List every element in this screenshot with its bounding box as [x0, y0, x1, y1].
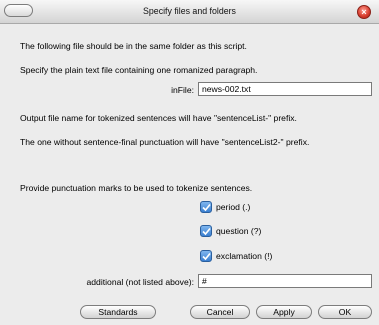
question-checkbox[interactable]: question (?): [200, 225, 261, 239]
additional-label: additional (not listed above):: [86, 277, 195, 287]
title-bar: Specify files and folders ×: [0, 0, 379, 24]
ok-button[interactable]: OK: [318, 305, 372, 319]
cancel-button[interactable]: Cancel: [190, 305, 250, 319]
infile-field[interactable]: news-002.txt: [198, 82, 372, 96]
checkbox-checked-icon: [200, 250, 212, 262]
specify-file-text: Specify the plain text file containing o…: [20, 65, 258, 75]
provide-punct-text: Provide punctuation marks to be used to …: [20, 183, 253, 193]
no-final-punct-text: The one without sentence-final punctuati…: [20, 137, 310, 147]
exclamation-label: exclamation (!): [216, 251, 273, 261]
additional-field[interactable]: #: [198, 274, 372, 288]
standards-button[interactable]: Standards: [80, 305, 156, 319]
close-button[interactable]: ×: [357, 5, 371, 19]
close-icon: ×: [361, 7, 367, 17]
apply-button[interactable]: Apply: [256, 305, 312, 319]
period-checkbox[interactable]: period (.): [200, 201, 250, 215]
same-folder-text: The following file should be in the same…: [20, 41, 247, 51]
window-title: Specify files and folders: [143, 6, 236, 16]
checkbox-checked-icon: [200, 201, 212, 213]
checkbox-checked-icon: [200, 225, 212, 237]
question-label: question (?): [216, 226, 262, 236]
output-name-text: Output file name for tokenized sentences…: [20, 113, 297, 123]
exclamation-checkbox[interactable]: exclamation (!): [200, 250, 272, 264]
period-label: period (.): [216, 202, 251, 212]
infile-label: inFile:: [171, 85, 194, 95]
